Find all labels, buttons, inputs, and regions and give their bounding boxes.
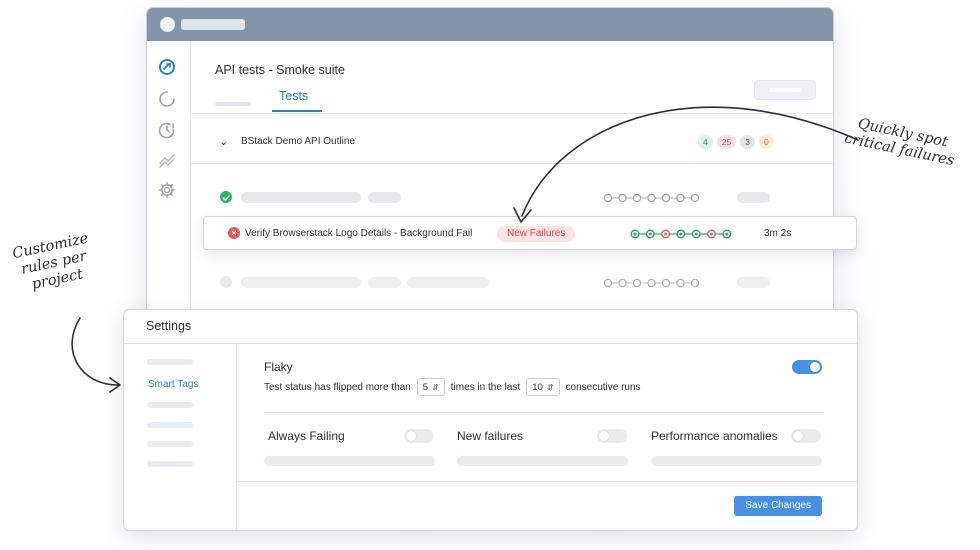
curved-arrow-to-settings — [71, 317, 119, 386]
annotation-arrows — [71, 106, 859, 393]
curved-arrow-to-row — [521, 106, 859, 217]
